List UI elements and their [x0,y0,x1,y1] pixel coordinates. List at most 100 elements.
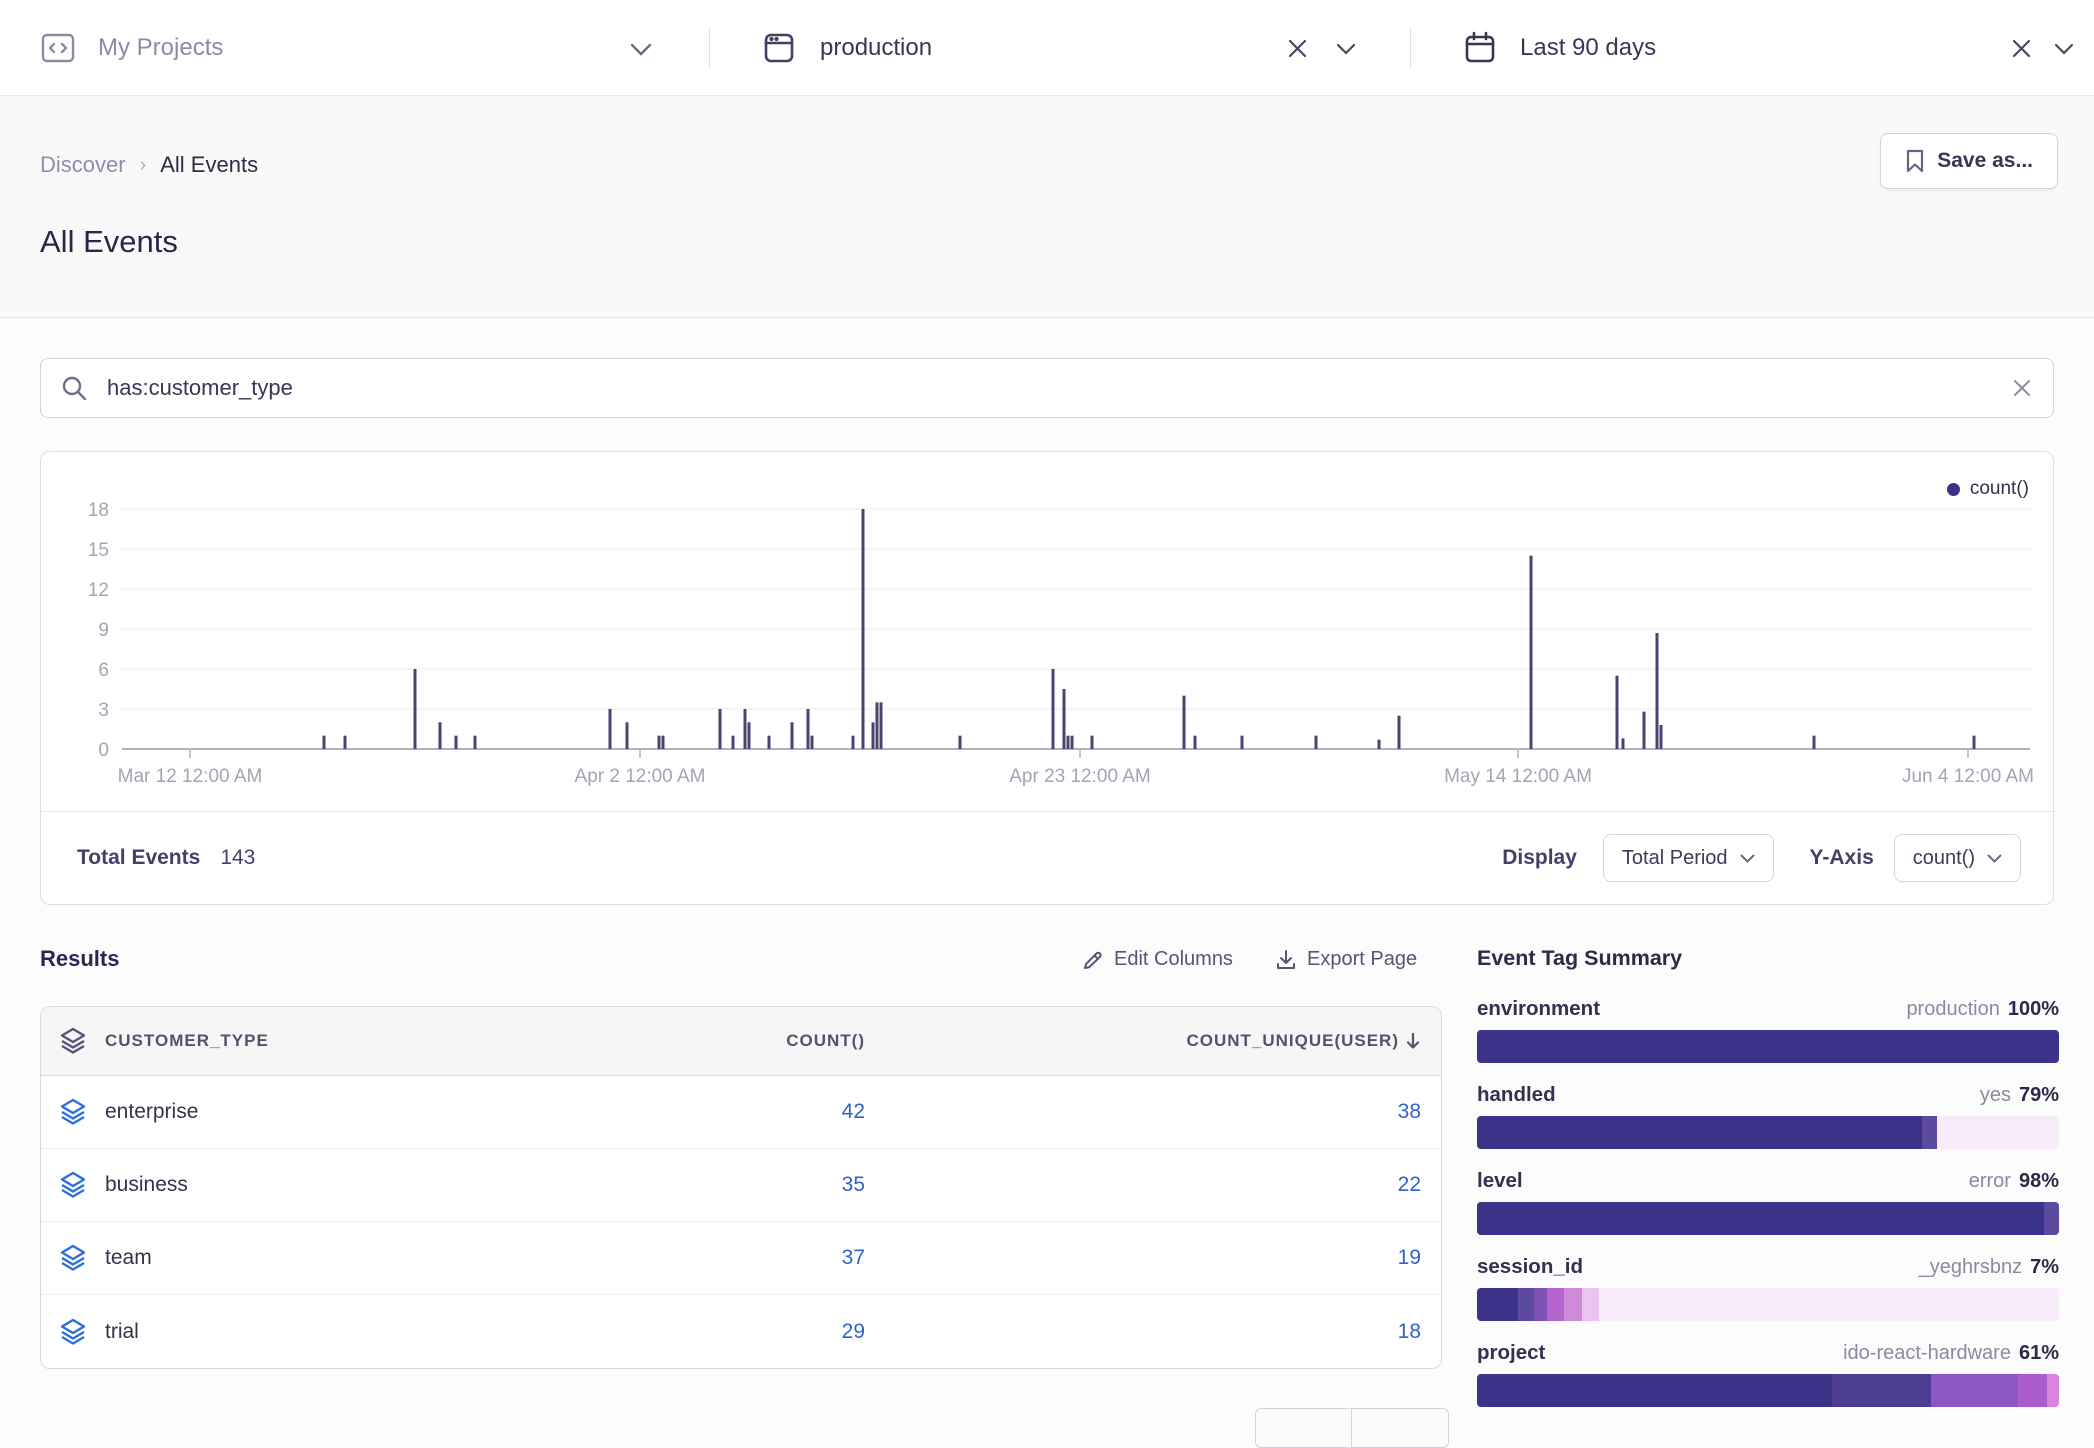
search-bar[interactable]: has:customer_type [40,358,2054,418]
tag-bar-segment[interactable] [1564,1288,1581,1321]
tag-bar-segment[interactable] [1477,1030,2059,1063]
chart-spike[interactable] [609,709,612,749]
chart-spike[interactable] [1398,716,1401,749]
date-range-filter[interactable]: Last 90 days [1464,0,1656,96]
tag-bar-segment[interactable] [1931,1374,2018,1407]
tag-bar-segment[interactable] [2044,1202,2059,1235]
count-unique-cell[interactable]: 22 [885,1173,1441,1197]
tag-bar-segment[interactable] [2047,1374,2059,1407]
edit-columns-button[interactable]: Edit Columns [1082,948,1233,971]
tag-distribution-bar[interactable] [1477,1030,2059,1063]
environment-clear-icon[interactable] [1288,39,1307,58]
count-cell[interactable]: 29 [645,1320,885,1344]
chart-spike[interactable] [323,736,326,749]
chart-spike[interactable] [1071,736,1074,749]
environment-chevron-down-icon[interactable] [1336,43,1356,55]
chart-spike[interactable] [1052,669,1055,749]
chart-spike[interactable] [1973,736,1976,749]
display-dropdown[interactable]: Total Period [1603,834,1774,882]
count-unique-cell[interactable]: 19 [885,1246,1441,1270]
chart-spike[interactable] [862,509,865,749]
column-header-customer-type[interactable]: CUSTOMER_TYPE [105,1031,645,1051]
next-page-button[interactable] [1352,1408,1449,1448]
chart-spike[interactable] [732,736,735,749]
tag-distribution-bar[interactable] [1477,1202,2059,1235]
chart-spike[interactable] [880,702,883,749]
count-unique-cell[interactable]: 38 [885,1100,1441,1124]
tag-bar-segment[interactable] [1477,1202,2044,1235]
chart-spike[interactable] [1616,676,1619,749]
chart-spike[interactable] [474,736,477,749]
chart-spike[interactable] [807,709,810,749]
chart-spike[interactable] [768,736,771,749]
chart-spike[interactable] [662,736,665,749]
stack-icon[interactable] [59,1027,87,1055]
tag-bar-segment[interactable] [1518,1288,1534,1321]
column-header-count[interactable]: COUNT() [645,1031,885,1051]
column-header-count-unique-user[interactable]: COUNT_UNIQUE(USER) [885,1031,1441,1051]
chart-spike[interactable] [791,722,794,749]
chart-spike[interactable] [1656,633,1659,749]
tag-bar-segment[interactable] [1832,1374,1931,1407]
chart-spike[interactable] [744,709,747,749]
stack-icon[interactable] [59,1318,87,1346]
tag-bar-segment[interactable] [1534,1288,1547,1321]
chart-spike[interactable] [1813,736,1816,749]
project-chevron-down-icon[interactable] [630,43,652,56]
chart-spike[interactable] [1622,738,1625,749]
tag-distribution-bar[interactable] [1477,1374,2059,1407]
chart-spike[interactable] [439,722,442,749]
chart-spike[interactable] [1241,736,1244,749]
chart-spike[interactable] [811,736,814,749]
count-cell[interactable]: 42 [645,1100,885,1124]
search-clear-icon[interactable] [2013,379,2031,397]
previous-page-button[interactable] [1255,1408,1352,1448]
export-page-button[interactable]: Export Page [1275,948,1417,971]
stack-icon[interactable] [59,1244,87,1272]
project-selector[interactable]: My Projects [40,0,223,96]
date-range-clear-icon[interactable] [2012,39,2031,58]
environment-filter[interactable]: production [764,0,932,96]
tag-bar-segment[interactable] [1477,1116,1922,1149]
chart-spike[interactable] [748,722,751,749]
chart-spike[interactable] [719,709,722,749]
search-input[interactable]: has:customer_type [107,375,2013,401]
chart-spike[interactable] [959,736,962,749]
chart-spike[interactable] [626,722,629,749]
count-cell[interactable]: 35 [645,1173,885,1197]
stack-icon[interactable] [59,1098,87,1126]
save-as-button[interactable]: Save as... [1880,133,2058,189]
chart-spike[interactable] [1660,725,1663,749]
events-over-time-chart[interactable]: 0369121518Mar 12 12:00 AMApr 2 12:00 AMA… [41,452,2053,788]
tag-bar-segment[interactable] [1477,1288,1518,1321]
yaxis-dropdown[interactable]: count() [1894,834,2021,882]
chart-spike[interactable] [1194,736,1197,749]
chart-spike[interactable] [1315,736,1318,749]
chart-spike[interactable] [1183,696,1186,749]
chart-legend[interactable]: count() [1947,478,2029,500]
chart-spike[interactable] [1067,736,1070,749]
chart-spike[interactable] [414,669,417,749]
tag-bar-segment[interactable] [2018,1374,2047,1407]
count-unique-cell[interactable]: 18 [885,1320,1441,1344]
count-cell[interactable]: 37 [645,1246,885,1270]
tag-bar-segment[interactable] [1477,1374,1832,1407]
chart-spike[interactable] [1530,556,1533,749]
tag-bar-segment[interactable] [1547,1288,1564,1321]
chart-spike[interactable] [658,736,661,749]
tag-distribution-bar[interactable] [1477,1116,2059,1149]
tag-bar-segment[interactable] [1937,1116,2059,1149]
tag-bar-segment[interactable] [1922,1116,1937,1149]
chart-spike[interactable] [1378,740,1381,749]
tag-bar-segment[interactable] [1582,1288,1599,1321]
tag-bar-segment[interactable] [1599,1288,2059,1321]
chart-spike[interactable] [1643,712,1646,749]
chart-spike[interactable] [876,702,879,749]
tag-distribution-bar[interactable] [1477,1288,2059,1321]
chart-spike[interactable] [1091,736,1094,749]
date-range-chevron-down-icon[interactable] [2054,43,2074,55]
chart-spike[interactable] [344,736,347,749]
chart-spike[interactable] [852,736,855,749]
chart-spike[interactable] [872,722,875,749]
stack-icon[interactable] [59,1171,87,1199]
